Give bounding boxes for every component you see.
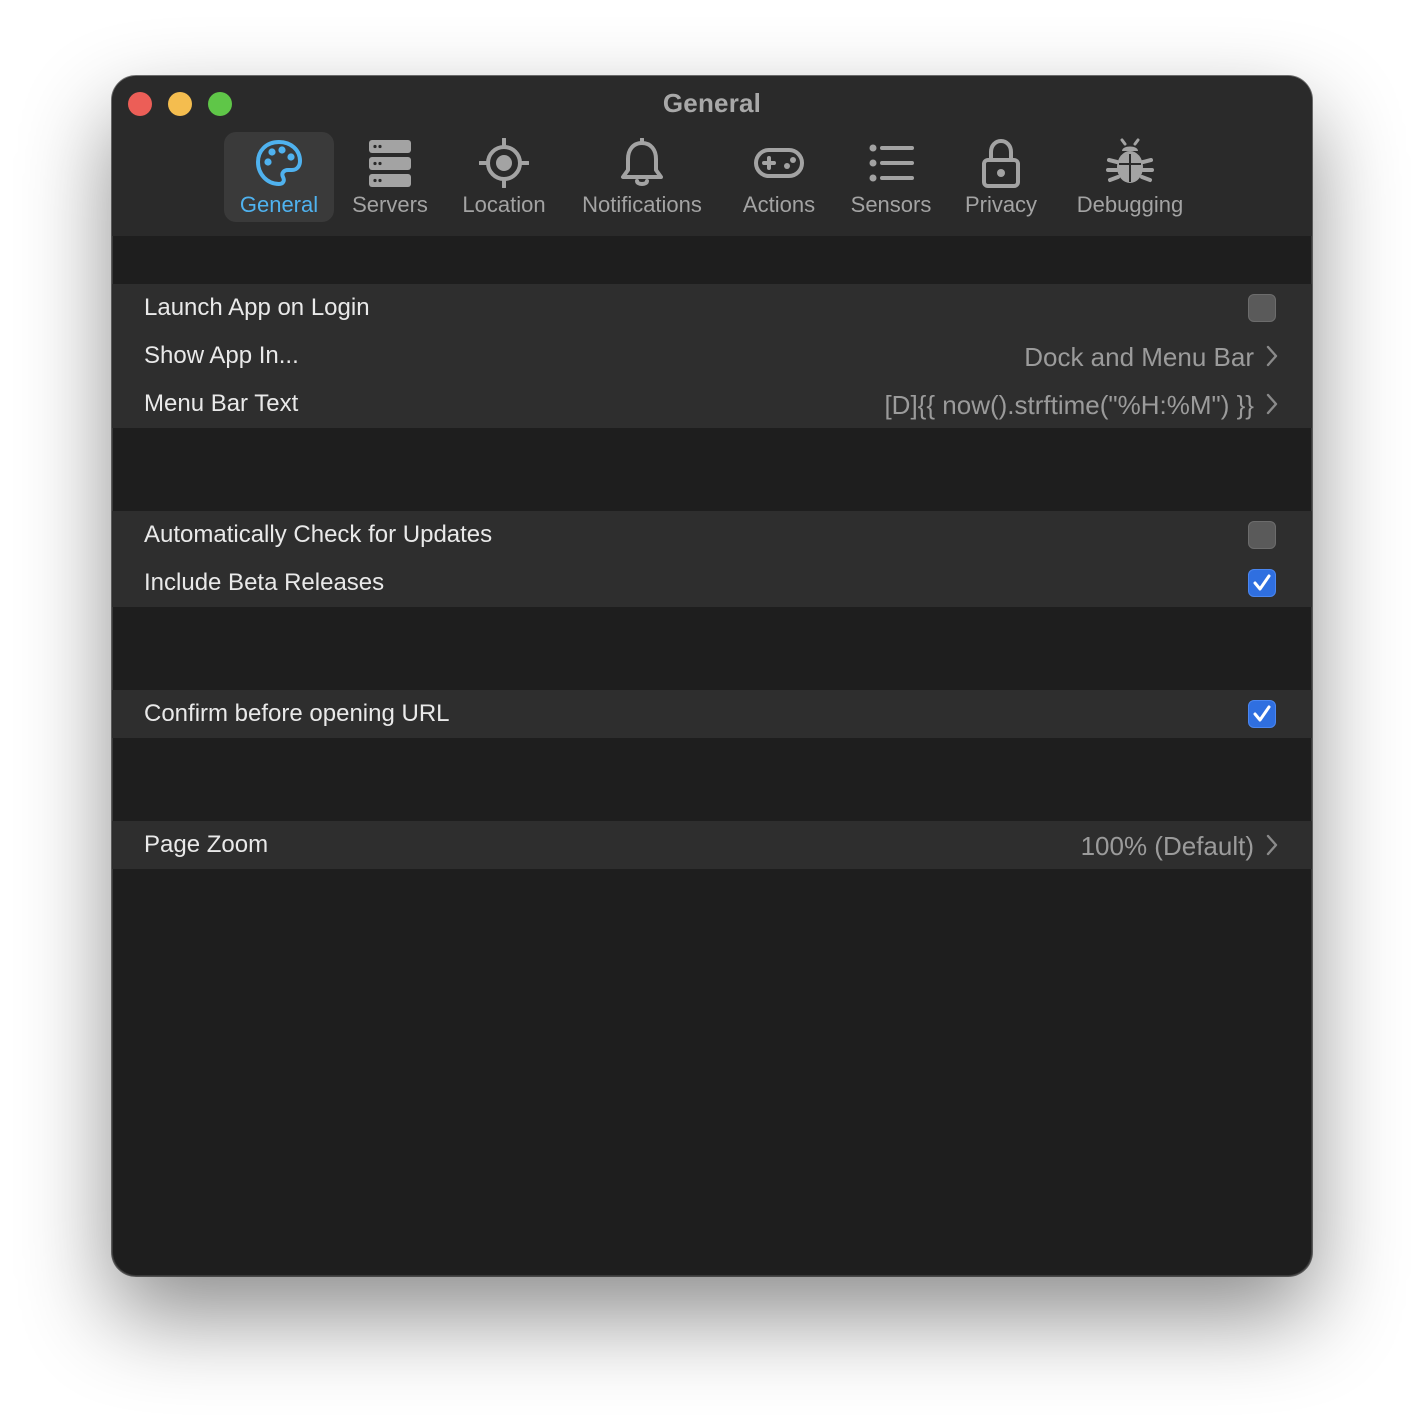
- palette-icon: [256, 140, 302, 186]
- preferences-window: General General Servers Location Notific…: [112, 76, 1312, 1276]
- location-icon: [479, 138, 529, 188]
- tab-label: Actions: [742, 192, 816, 217]
- confirm-url-label: Confirm before opening URL: [144, 700, 450, 727]
- bell-icon: [621, 138, 663, 186]
- preferences-toolbar: General Servers Location Notifications A…: [112, 132, 1312, 224]
- include-beta-label: Include Beta Releases: [144, 569, 385, 596]
- menu-bar-text-value: [D]{{ now().strftime("%H:%M") }}: [884, 390, 1254, 420]
- gamepad-icon: [754, 148, 804, 178]
- tab-privacy[interactable]: Privacy: [954, 132, 1048, 222]
- auto-check-updates-checkbox[interactable]: [1248, 521, 1276, 549]
- tab-general[interactable]: General: [224, 132, 334, 222]
- bug-icon: [1106, 138, 1154, 183]
- auto-check-updates-label: Automatically Check for Updates: [144, 521, 493, 548]
- menu-bar-text-row[interactable]: Menu Bar Text [D]{{ now().strftime("%H:%…: [112, 380, 1312, 428]
- confirm-url-row: Confirm before opening URL: [112, 690, 1312, 738]
- app-settings-section: Launch App on Login Show App In... Dock …: [112, 284, 1312, 428]
- tab-servers[interactable]: Servers: [342, 132, 438, 222]
- auto-check-updates-row: Automatically Check for Updates: [112, 511, 1312, 559]
- chevron-right-icon: [1266, 345, 1278, 367]
- tab-label: Debugging: [1076, 192, 1184, 217]
- page-zoom-label: Page Zoom: [144, 831, 269, 858]
- tab-label: Location: [462, 192, 546, 217]
- confirm-url-checkbox[interactable]: [1248, 700, 1276, 728]
- menu-bar-text-label: Menu Bar Text: [144, 390, 299, 417]
- tab-actions[interactable]: Actions: [730, 132, 828, 222]
- list-icon: [869, 144, 914, 182]
- tab-sensors[interactable]: Sensors: [842, 132, 940, 222]
- chevron-right-icon: [1266, 393, 1278, 415]
- show-app-in-row[interactable]: Show App In... Dock and Menu Bar: [112, 332, 1312, 380]
- titlebar: General General Servers Location Notific…: [112, 76, 1312, 236]
- page-zoom-value: 100% (Default): [1080, 831, 1254, 861]
- tab-label: General: [239, 192, 319, 217]
- tab-label: Notifications: [582, 192, 702, 217]
- updates-section: Automatically Check for Updates Include …: [112, 511, 1312, 607]
- zoom-section: Page Zoom 100% (Default): [112, 821, 1312, 869]
- tab-debugging[interactable]: Debugging: [1066, 132, 1194, 222]
- servers-icon: [369, 140, 411, 187]
- tab-notifications[interactable]: Notifications: [570, 132, 714, 222]
- tab-location[interactable]: Location: [452, 132, 556, 222]
- launch-on-login-row: Launch App on Login: [112, 284, 1312, 332]
- tab-label: Sensors: [850, 192, 932, 217]
- show-app-in-value: Dock and Menu Bar: [1024, 342, 1254, 372]
- include-beta-checkbox[interactable]: [1248, 569, 1276, 597]
- launch-on-login-label: Launch App on Login: [144, 294, 370, 321]
- window-title: General: [662, 88, 762, 118]
- include-beta-row: Include Beta Releases: [112, 559, 1312, 607]
- tab-label: Servers: [352, 192, 428, 217]
- show-app-in-label: Show App In...: [144, 342, 299, 369]
- launch-on-login-checkbox[interactable]: [1248, 294, 1276, 322]
- checkmark-icon: [1253, 705, 1271, 722]
- checkmark-icon: [1253, 574, 1271, 591]
- lock-icon: [982, 138, 1020, 188]
- url-section: Confirm before opening URL: [112, 690, 1312, 738]
- page-zoom-row[interactable]: Page Zoom 100% (Default): [112, 821, 1312, 869]
- tab-label: Privacy: [964, 192, 1038, 217]
- chevron-right-icon: [1266, 834, 1278, 856]
